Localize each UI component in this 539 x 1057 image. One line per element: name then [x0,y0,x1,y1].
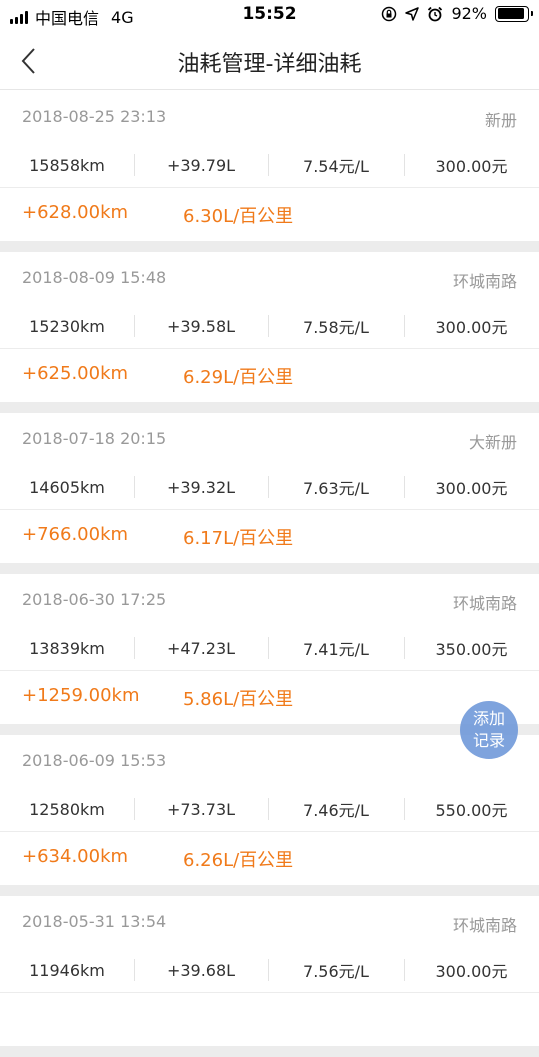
nav-bar: 油耗管理-详细油耗 [0,32,539,90]
record-distance: +628.00km [22,202,129,223]
fuel-record[interactable]: 2018-08-25 23:13 新册 15858km +39.79L 7.54元/L 3… [0,91,539,241]
rotation-lock-icon [382,6,397,21]
record-header: 2018-06-09 15:53 [0,735,539,786]
record-odometer: 15858km [29,155,105,175]
battery-icon [495,5,533,22]
record-amount: 550.00元 [435,801,508,820]
record-fuel-added: +47.23L [166,638,236,658]
record-date: 2018-06-30 17:25 [22,590,167,609]
record-amount: 300.00元 [435,962,508,981]
record-header: 2018-08-09 15:48 环城南路 [0,252,539,303]
record-date: 2018-06-09 15:53 [22,751,167,770]
add-record-label-line2: 记录 [472,731,505,750]
record-stats: 11946km +39.68L 7.56元/L 300.00元 [0,947,539,993]
record-odometer: 15230km [29,316,105,336]
record-consumption: 5.86L/百公里 [183,689,294,710]
record-fuel-added: +39.79L [166,155,236,175]
record-separator [0,402,539,413]
record-station: 环城南路 [452,916,517,935]
record-date: 2018-08-25 23:13 [22,107,167,126]
record-header: 2018-08-25 23:13 新册 [0,91,539,142]
record-footer: +628.00km 6.30L/百公里 [0,188,539,241]
status-right: 92% [381,4,533,23]
record-unit-price: 7.46元/L [303,801,369,820]
record-odometer: 14605km [29,477,105,497]
record-separator [0,1046,539,1057]
record-amount: 300.00元 [435,157,508,176]
record-station: 新册 [484,111,517,130]
record-separator [0,563,539,574]
fuel-record-list[interactable]: 2018-08-25 23:13 新册 15858km +39.79L 7.54元/L 3… [0,91,539,1057]
record-stats: 14605km +39.32L 7.63元/L 300.00元 [0,464,539,510]
record-date: 2018-05-31 13:54 [22,912,167,931]
fuel-record[interactable]: 2018-07-18 20:15 大新册 14605km +39.32L 7.63元/L… [0,413,539,563]
fuel-record[interactable]: 2018-06-30 17:25 环城南路 13839km +47.23L 7.41元/… [0,574,539,724]
record-consumption: 6.30L/百公里 [183,206,294,227]
record-date: 2018-07-18 20:15 [22,429,167,448]
record-distance: +634.00km [22,846,129,867]
record-unit-price: 7.58元/L [303,318,369,337]
record-unit-price: 7.63元/L [303,479,369,498]
record-header: 2018-05-31 13:54 环城南路 [0,896,539,947]
record-stats: 13839km +47.23L 7.41元/L 350.00元 [0,625,539,671]
record-amount: 300.00元 [435,318,508,337]
fuel-record[interactable]: 2018-08-09 15:48 环城南路 15230km +39.58L 7.58元/… [0,252,539,402]
record-unit-price: 7.54元/L [303,157,369,176]
battery-level [497,8,525,19]
record-consumption: 6.26L/百公里 [183,850,294,871]
record-footer: +625.00km 6.29L/百公里 [0,349,539,402]
record-distance: +766.00km [22,524,129,545]
record-station: 环城南路 [452,272,517,291]
record-odometer: 11946km [29,960,105,980]
record-amount: 300.00元 [435,479,508,498]
record-fuel-added: +39.58L [166,316,236,336]
location-arrow-icon [405,6,420,21]
record-stats: 15230km +39.58L 7.58元/L 300.00元 [0,303,539,349]
record-unit-price: 7.41元/L [303,640,369,659]
battery-percent: 92% [451,4,487,23]
record-footer: +766.00km 6.17L/百公里 [0,510,539,563]
record-unit-price: 7.56元/L [303,962,369,981]
record-stats: 15858km +39.79L 7.54元/L 300.00元 [0,142,539,188]
record-station: 环城南路 [452,594,517,613]
page-title: 油耗管理-详细油耗 [177,52,362,77]
record-odometer: 13839km [29,638,105,658]
record-station: 大新册 [468,433,517,452]
status-bar: 中国电信 4G 15:52 92% [0,0,539,32]
add-record-label-line1: 添加 [472,709,505,728]
add-record-button[interactable]: 添加 记录 [460,701,518,759]
record-footer: +1259.00km 5.86L/百公里 [0,671,539,724]
record-consumption: 6.17L/百公里 [183,528,294,549]
fuel-record[interactable]: 2018-05-31 13:54 环城南路 11946km +39.68L 7.56元/… [0,896,539,1046]
fuel-record[interactable]: 2018-06-09 15:53 12580km +73.73L 7.46元/L 550… [0,735,539,885]
record-amount: 350.00元 [435,640,508,659]
record-distance: +1259.00km [22,685,140,706]
record-stats: 12580km +73.73L 7.46元/L 550.00元 [0,786,539,832]
record-fuel-added: +73.73L [166,799,236,819]
record-header: 2018-07-18 20:15 大新册 [0,413,539,464]
record-footer [0,993,539,1046]
record-separator [0,724,539,735]
alarm-icon [428,6,443,21]
record-fuel-added: +39.68L [166,960,236,980]
record-consumption: 6.29L/百公里 [183,367,294,388]
record-fuel-added: +39.32L [166,477,236,497]
record-distance: +625.00km [22,363,129,384]
record-odometer: 12580km [29,799,105,819]
record-separator [0,241,539,252]
record-header: 2018-06-30 17:25 环城南路 [0,574,539,625]
record-footer: +634.00km 6.26L/百公里 [0,832,539,885]
record-date: 2018-08-09 15:48 [22,268,167,287]
record-separator [0,885,539,896]
